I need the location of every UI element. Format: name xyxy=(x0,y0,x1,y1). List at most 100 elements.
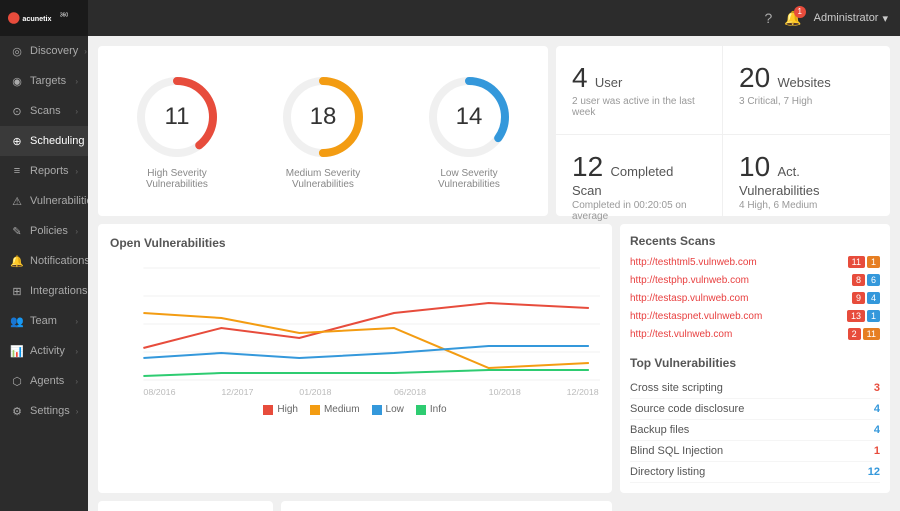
stat-completed-scans: 12 Completed Scan Completed in 00:20:05 … xyxy=(556,135,723,238)
open-vulnerabilities-chart-panel: Open Vulnerabilities 08/2016 12/2017 01/… xyxy=(98,224,612,493)
gauge-high: 11 High Severity Vulnerabilities xyxy=(122,72,232,190)
sidebar-label-policies: Policies xyxy=(30,225,69,237)
recent-item-0: http://testhtml5.vulnweb.com 11 1 xyxy=(630,256,880,268)
sidebar-item-reports[interactable]: ≡ Reports › xyxy=(0,156,88,186)
chevron-scans: › xyxy=(75,107,78,116)
gauge-low-label: Low Severity Vulnerabilities xyxy=(414,168,524,190)
sidebar-label-settings: Settings xyxy=(30,405,70,417)
recent-url-0[interactable]: http://testhtml5.vulnweb.com xyxy=(630,257,848,268)
line-chart-svg: 08/2016 12/2017 01/2018 06/2018 10/2018 … xyxy=(110,258,600,398)
stat-websites-title: Websites xyxy=(778,75,831,90)
vuln-item-3: Blind SQL Injection 1 xyxy=(630,441,880,462)
sidebar-item-scheduling[interactable]: ⊕ Scheduling › xyxy=(0,126,88,156)
chevron-team: › xyxy=(75,317,78,326)
recent-item-1: http://testphp.vulnweb.com 8 6 xyxy=(630,274,880,286)
chevron-targets: › xyxy=(75,77,78,86)
chevron-settings: › xyxy=(76,407,79,416)
chevron-down-icon: ▾ xyxy=(882,12,888,25)
legend-info-icon xyxy=(416,405,426,415)
sidebar-item-integrations[interactable]: ⊞ Integrations › xyxy=(0,276,88,306)
vuln-count-4: 12 xyxy=(868,466,880,478)
gauge-medium-value: 18 xyxy=(310,103,337,131)
stat-vuln-sub: 4 High, 6 Medium xyxy=(739,200,874,211)
legend-medium-label: Medium xyxy=(324,404,360,415)
stat-websites-number: 20 xyxy=(739,62,770,93)
sidebar-label-scans: Scans xyxy=(30,105,69,117)
vuln-count-0: 3 xyxy=(874,382,880,394)
recent-item-3: http://testaspnet.vulnweb.com 13 1 xyxy=(630,310,880,322)
sidebar-label-notifications: Notifications xyxy=(30,255,88,267)
notification-area[interactable]: 🔔 1 xyxy=(784,10,801,27)
sidebar-item-vulnerabilities[interactable]: ⚠ Vulnerabilities › xyxy=(0,186,88,216)
recents-title: Recents Scans xyxy=(630,234,880,248)
sidebar-item-policies[interactable]: ✎ Policies › xyxy=(0,216,88,246)
chart-legend: High Medium Low Info xyxy=(110,404,600,415)
donut-panel: Open Vulnerabilities 1 Website(s) Medium xyxy=(98,501,273,511)
discovery-icon: ◎ xyxy=(10,44,24,58)
sidebar: acunetix 360 ◎ Discovery › ◉ Targets › ⊙… xyxy=(0,0,88,511)
recents-panel: Recents Scans http://testhtml5.vulnweb.c… xyxy=(620,224,890,493)
legend-medium-icon xyxy=(310,405,320,415)
chevron-reports: › xyxy=(75,167,78,176)
vuln-item-1: Source code disclosure 4 xyxy=(630,399,880,420)
integrations-icon: ⊞ xyxy=(10,284,24,298)
gauge-medium-circle: 18 xyxy=(278,72,368,162)
badge-red-2: 9 xyxy=(852,292,865,304)
sidebar-item-targets[interactable]: ◉ Targets › xyxy=(0,66,88,96)
recent-badges-0: 11 1 xyxy=(848,256,880,268)
gauge-high-circle: 11 xyxy=(132,72,222,162)
help-icon[interactable]: ? xyxy=(764,10,772,26)
legend-info-label: Info xyxy=(430,404,447,415)
logo-svg: acunetix 360 xyxy=(8,8,80,28)
recent-url-3[interactable]: http://testaspnet.vulnweb.com xyxy=(630,311,847,322)
svg-text:06/2018: 06/2018 xyxy=(394,387,426,396)
sidebar-item-team[interactable]: 👥 Team › xyxy=(0,306,88,336)
stat-websites: 20 Websites 3 Critical, 7 High xyxy=(723,46,890,135)
gauge-medium: 18 Medium Severity Vulnerabilities xyxy=(268,72,378,190)
bottom-row: Open Vulnerabilities 1 Website(s) Medium xyxy=(98,501,890,511)
middle-row: Open Vulnerabilities 08/2016 12/2017 01/… xyxy=(98,224,890,493)
sidebar-item-agents[interactable]: ⬡ Agents › xyxy=(0,366,88,396)
stat-vuln-number: 10 xyxy=(739,151,770,182)
user-menu[interactable]: Administrator ▾ xyxy=(814,12,888,25)
stats-panel: 4 User 2 user was active in the last wee… xyxy=(556,46,890,216)
legend-medium: Medium xyxy=(310,404,360,415)
sidebar-item-scans[interactable]: ⊙ Scans › xyxy=(0,96,88,126)
legend-info: Info xyxy=(416,404,447,415)
badge-blue-1: 6 xyxy=(867,274,880,286)
line-chart-area: 08/2016 12/2017 01/2018 06/2018 10/2018 … xyxy=(110,258,600,398)
recent-url-2[interactable]: http://testasp.vulnweb.com xyxy=(630,293,852,304)
chevron-policies: › xyxy=(75,227,78,236)
svg-text:01/2018: 01/2018 xyxy=(299,387,331,396)
sidebar-item-notifications[interactable]: 🔔 Notifications › xyxy=(0,246,88,276)
stat-scans-sub: Completed in 00:20:05 on average xyxy=(572,200,706,222)
stat-users: 4 User 2 user was active in the last wee… xyxy=(556,46,723,135)
chart-title: Open Vulnerabilities xyxy=(110,236,600,250)
sidebar-item-settings[interactable]: ⚙ Settings › xyxy=(0,396,88,426)
recent-url-1[interactable]: http://testphp.vulnweb.com xyxy=(630,275,852,286)
recent-badges-1: 8 6 xyxy=(852,274,880,286)
badge-red-1: 8 xyxy=(852,274,865,286)
nav-items: ◎ Discovery › ◉ Targets › ⊙ Scans › ⊕ Sc… xyxy=(0,36,88,511)
policies-icon: ✎ xyxy=(10,224,24,238)
scans-icon: ⊙ xyxy=(10,104,24,118)
sidebar-label-team: Team xyxy=(30,315,69,327)
sidebar-item-activity[interactable]: 📊 Activity › xyxy=(0,336,88,366)
sidebar-label-reports: Reports xyxy=(30,165,69,177)
stat-websites-sub: 3 Critical, 7 High xyxy=(739,96,874,107)
vuln-name-2: Backup files xyxy=(630,424,689,436)
sidebar-item-discovery[interactable]: ◎ Discovery › xyxy=(0,36,88,66)
logo: acunetix 360 xyxy=(0,0,88,36)
main-content: 11 High Severity Vulnerabilities 18 Medi… xyxy=(88,36,900,511)
sidebar-label-activity: Activity xyxy=(30,345,69,357)
agents-icon: ⬡ xyxy=(10,374,24,388)
top-row: 11 High Severity Vulnerabilities 18 Medi… xyxy=(98,46,890,216)
sidebar-label-vulnerabilities: Vulnerabilities xyxy=(30,195,88,207)
badge-red-3: 13 xyxy=(847,310,865,322)
recent-item-4: http://test.vulnweb.com 2 11 xyxy=(630,328,880,340)
activity-icon: 📊 xyxy=(10,344,24,358)
recent-url-4[interactable]: http://test.vulnweb.com xyxy=(630,329,848,340)
notification-badge: 1 xyxy=(794,6,806,18)
sidebar-label-integrations: Integrations xyxy=(30,285,87,297)
vuln-count-1: 4 xyxy=(874,403,880,415)
